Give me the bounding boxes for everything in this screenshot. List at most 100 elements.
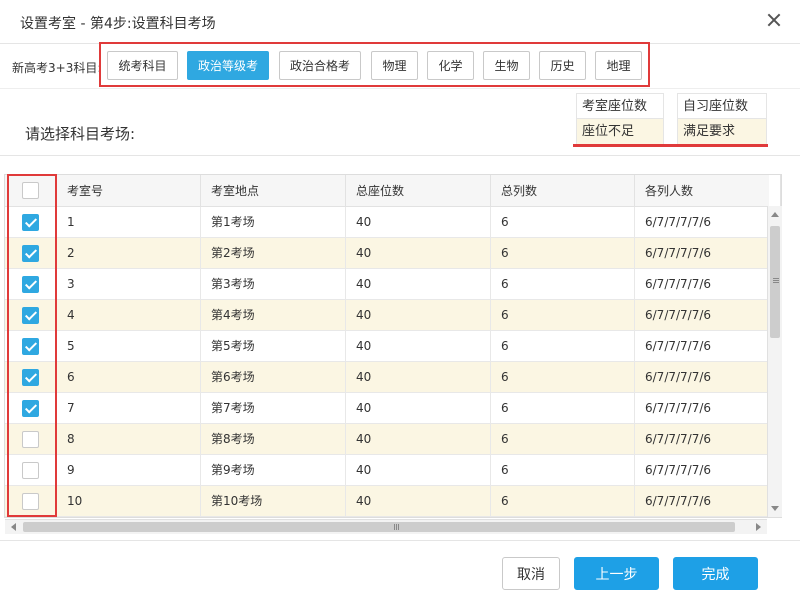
legend-label: 考室座位数	[577, 94, 663, 119]
select-all-checkbox[interactable]	[22, 182, 39, 199]
table-cell: 6	[491, 238, 635, 269]
exam-room-table: 考室号 考室地点 总座位数 总列数 各列人数 1 第1考场 40 6 6/7/7/7/7…	[4, 174, 782, 518]
table-row[interactable]: 4 第4考场 40 6 6/7/7/7/7/6	[5, 300, 781, 331]
column-header[interactable]: 总列数	[491, 175, 635, 207]
table-cell: 第6考场	[201, 362, 346, 393]
table-cell: 6/7/7/7/7/6	[635, 486, 781, 517]
table-row[interactable]: 3 第3考场 40 6 6/7/7/7/7/6	[5, 269, 781, 300]
table-cell: 40	[346, 331, 491, 362]
table-cell: 6/7/7/7/7/6	[635, 269, 781, 300]
column-header[interactable]: 各列人数	[635, 175, 781, 207]
table-cell: 6/7/7/7/7/6	[635, 455, 781, 486]
table-row[interactable]: 1 第1考场 40 6 6/7/7/7/7/6	[5, 207, 781, 238]
table-cell: 第8考场	[201, 424, 346, 455]
section-prompt: 请选择科目考场:	[25, 125, 136, 143]
horizontal-scroll-thumb[interactable]	[23, 522, 735, 532]
table-cell: 1	[57, 207, 201, 238]
table-cell: 第4考场	[201, 300, 346, 331]
table-cell: 40	[346, 238, 491, 269]
column-header[interactable]: 考室地点	[201, 175, 346, 207]
table-row[interactable]: 6 第6考场 40 6 6/7/7/7/7/6	[5, 362, 781, 393]
table-cell: 6	[491, 300, 635, 331]
vertical-scroll-thumb[interactable]	[770, 226, 780, 338]
table-cell: 2	[57, 238, 201, 269]
legend-label: 自习座位数	[678, 94, 766, 119]
exam-room-section: 请选择科目考场: 考室座位数 座位不足 自习座位数 满足要求	[0, 88, 800, 156]
table-cell: 6	[491, 455, 635, 486]
table-cell: 6/7/7/7/7/6	[635, 362, 781, 393]
table-cell: 3	[57, 269, 201, 300]
table-cell: 6	[491, 424, 635, 455]
legend-highlight-line	[573, 144, 768, 147]
horizontal-scrollbar[interactable]	[5, 519, 767, 534]
legend-status: 座位不足	[577, 119, 663, 144]
dialog-header: 设置考室 - 第4步:设置科目考场	[0, 0, 800, 44]
table-cell: 9	[57, 455, 201, 486]
row-checkbox[interactable]	[22, 431, 39, 448]
row-checkbox[interactable]	[22, 493, 39, 510]
table-row[interactable]: 9 第9考场 40 6 6/7/7/7/7/6	[5, 455, 781, 486]
table-cell: 6/7/7/7/7/6	[635, 238, 781, 269]
table-cell: 第2考场	[201, 238, 346, 269]
table-cell: 6/7/7/7/7/6	[635, 331, 781, 362]
close-icon[interactable]	[764, 10, 784, 30]
table-row[interactable]: 2 第2考场 40 6 6/7/7/7/7/6	[5, 238, 781, 269]
table-row[interactable]: 10 第10考场 40 6 6/7/7/7/7/6	[5, 486, 781, 517]
table-row[interactable]: 7 第7考场 40 6 6/7/7/7/7/6	[5, 393, 781, 424]
table-cell: 4	[57, 300, 201, 331]
table-cell: 40	[346, 486, 491, 517]
table-cell: 40	[346, 207, 491, 238]
table-cell: 6	[491, 486, 635, 517]
table-cell: 6	[491, 393, 635, 424]
table-cell: 第7考场	[201, 393, 346, 424]
table-cell: 40	[346, 424, 491, 455]
subjects-highlight-frame	[99, 42, 650, 87]
table-cell: 8	[57, 424, 201, 455]
dialog-footer: 取消 上一步 完成	[0, 540, 800, 601]
scroll-right-icon[interactable]	[756, 523, 761, 531]
scroll-left-icon[interactable]	[11, 523, 16, 531]
legend-requirement-met: 自习座位数 满足要求	[677, 93, 767, 145]
table-cell: 40	[346, 455, 491, 486]
table-cell: 40	[346, 269, 491, 300]
table-cell: 40	[346, 362, 491, 393]
table-cell: 5	[57, 331, 201, 362]
table-row[interactable]: 5 第5考场 40 6 6/7/7/7/7/6	[5, 331, 781, 362]
scroll-down-icon[interactable]	[771, 506, 779, 511]
table-row[interactable]: 8 第8考场 40 6 6/7/7/7/7/6	[5, 424, 781, 455]
finish-button[interactable]: 完成	[673, 557, 758, 590]
column-header[interactable]: 总座位数	[346, 175, 491, 207]
row-checkbox-checked[interactable]	[22, 307, 39, 324]
table-cell: 6/7/7/7/7/6	[635, 300, 781, 331]
previous-step-button[interactable]: 上一步	[574, 557, 659, 590]
grip-icon	[773, 278, 779, 279]
vertical-scrollbar[interactable]	[767, 206, 782, 517]
column-header[interactable]: 考室号	[57, 175, 201, 207]
table-cell: 6/7/7/7/7/6	[635, 424, 781, 455]
table-cell: 6	[491, 207, 635, 238]
table-cell: 7	[57, 393, 201, 424]
table-cell: 6	[491, 362, 635, 393]
row-checkbox-checked[interactable]	[22, 245, 39, 262]
row-checkbox-checked[interactable]	[22, 276, 39, 293]
table-cell: 第1考场	[201, 207, 346, 238]
table-cell: 6/7/7/7/7/6	[635, 393, 781, 424]
table-cell: 第5考场	[201, 331, 346, 362]
scroll-up-icon[interactable]	[771, 212, 779, 217]
table-cell: 40	[346, 300, 491, 331]
row-checkbox-checked[interactable]	[22, 369, 39, 386]
row-checkbox-checked[interactable]	[22, 338, 39, 355]
row-checkbox[interactable]	[22, 462, 39, 479]
table-cell: 40	[346, 393, 491, 424]
grip-icon	[394, 524, 395, 530]
table-cell: 第10考场	[201, 486, 346, 517]
table-cell: 6/7/7/7/7/6	[635, 207, 781, 238]
table-header: 考室号 考室地点 总座位数 总列数 各列人数	[5, 175, 781, 207]
cancel-button[interactable]: 取消	[502, 557, 560, 590]
legend-status: 满足要求	[678, 119, 766, 144]
row-checkbox-checked[interactable]	[22, 214, 39, 231]
table-cell: 6	[57, 362, 201, 393]
row-checkbox-checked[interactable]	[22, 400, 39, 417]
subjects-label: 新高考3+3科目:	[12, 61, 102, 75]
table-cell: 6	[491, 331, 635, 362]
